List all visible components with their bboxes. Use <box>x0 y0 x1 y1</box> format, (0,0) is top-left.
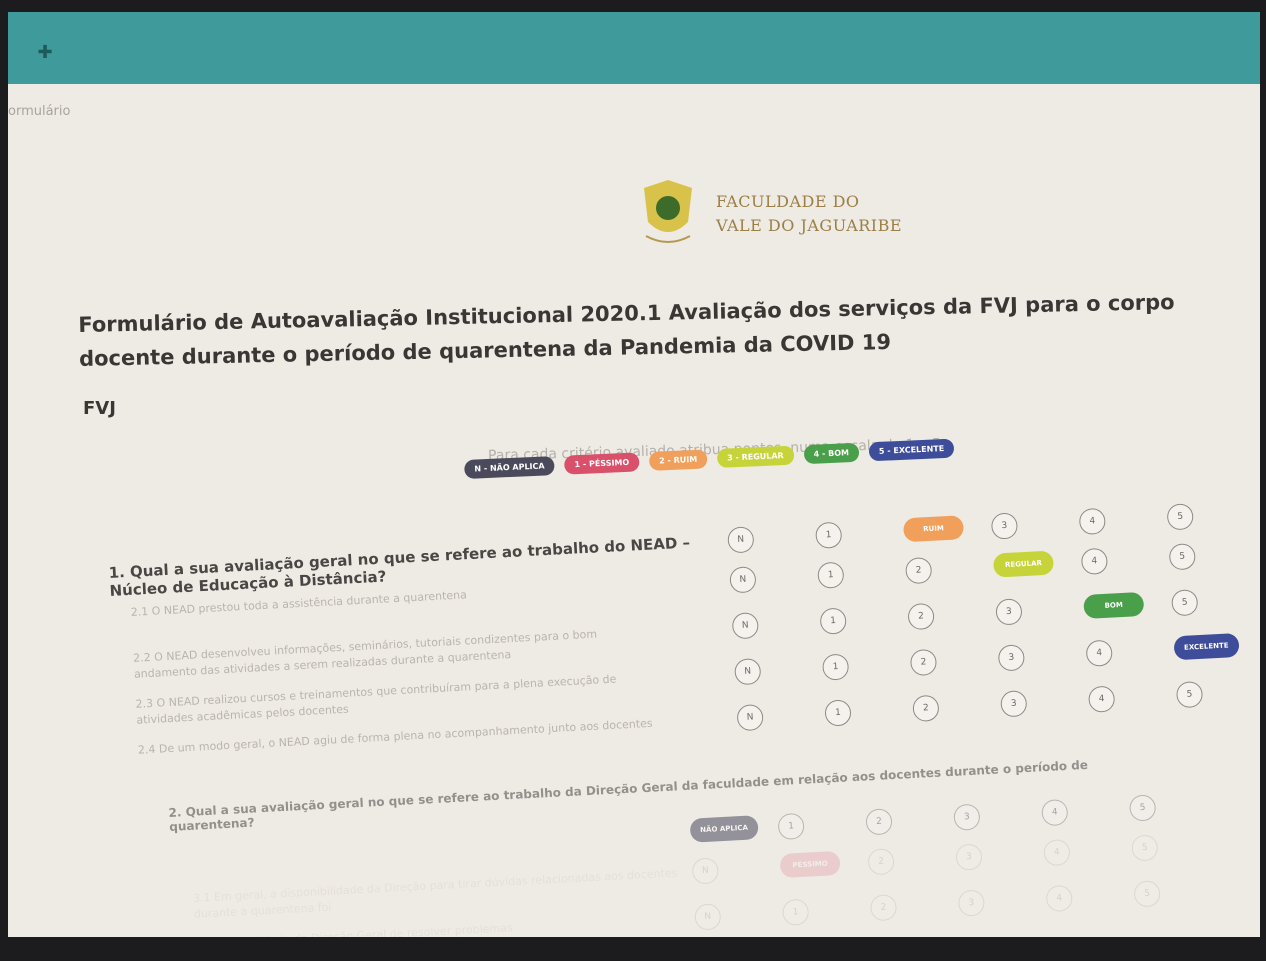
q1-item-1-option-3[interactable]: 3 <box>995 598 1023 626</box>
monitor-bezel <box>0 937 1266 961</box>
q1-item-2-option-5[interactable]: EXCELENTE <box>1173 632 1240 661</box>
q2-item-0-option-2[interactable]: 2 <box>867 848 895 876</box>
top-bar: ✚ <box>8 12 1260 84</box>
q1-item-1-option-2[interactable]: 2 <box>907 602 935 631</box>
q2-item-1-option-5[interactable]: 5 <box>1133 880 1161 908</box>
q2-item-0-option-3[interactable]: 3 <box>955 843 983 871</box>
q1-option-4[interactable]: 4 <box>1078 507 1106 536</box>
q1-item-0-option-2[interactable]: 2 <box>905 556 933 585</box>
legend-pill-2: 2 - RUIM <box>648 449 708 471</box>
q1-item-1-option-5[interactable]: 5 <box>1171 589 1199 617</box>
q2-item-0-option-5[interactable]: 5 <box>1131 834 1159 862</box>
q2-item-0-option-1[interactable]: PÉSSIMO <box>779 850 841 879</box>
form-title: Formulário de Autoavaliação Instituciona… <box>78 290 1175 371</box>
legend-pill-4: 4 - BOM <box>803 442 860 465</box>
q1-item-2-option-3[interactable]: 3 <box>997 644 1026 672</box>
browser-screen: ✚ ormulário FACULDADE DO VALE DO JAGUARI… <box>8 12 1260 942</box>
q2-item-0-option-4[interactable]: 4 <box>1043 838 1071 867</box>
q1-option-5[interactable]: 5 <box>1166 503 1194 531</box>
q2-item-1-option-4[interactable]: 4 <box>1045 884 1073 913</box>
q2-option-2[interactable]: 2 <box>865 808 893 836</box>
q2-item-1-option-n[interactable]: N <box>694 903 722 931</box>
q2-item-0-option-n[interactable]: N <box>691 857 720 885</box>
q1-item-2-option-2[interactable]: 2 <box>909 648 938 677</box>
plus-icon[interactable]: ✚ <box>34 42 56 64</box>
q1-option-1[interactable]: 1 <box>815 521 843 549</box>
legend-pill-0: N - NÃO APLICA <box>464 456 555 479</box>
q1-item-3-option-5[interactable]: 5 <box>1175 680 1204 709</box>
legend-pill-1: 1 - PÉSSIMO <box>564 452 640 475</box>
q1-option-n[interactable]: N <box>727 526 755 554</box>
q2-item-1-option-1[interactable]: 1 <box>781 898 810 926</box>
q2-option-3[interactable]: 3 <box>953 803 981 831</box>
q2-option-n[interactable]: NÃO APLICA <box>689 815 759 843</box>
q1-item-3-option-4[interactable]: 4 <box>1087 685 1116 713</box>
q2-option-1[interactable]: 1 <box>777 812 805 841</box>
q1-item-3-option-1[interactable]: 1 <box>824 699 852 727</box>
q2-option-5[interactable]: 5 <box>1128 794 1157 822</box>
q1-item-2-option-4[interactable]: 4 <box>1085 639 1113 667</box>
question-2-block: 2. Qual a sua avaliação geral no que se … <box>168 747 1236 942</box>
q1-item-0-option-1[interactable]: 1 <box>817 561 845 589</box>
legend-pill-3: 3 - REGULAR <box>716 445 795 468</box>
q1-item-0-option-3[interactable]: REGULAR <box>992 550 1055 578</box>
q1-item-2-option-1[interactable]: 1 <box>821 653 850 681</box>
form-subtitle: FVJ <box>83 398 116 419</box>
q1-item-0-option-n[interactable]: N <box>729 566 757 594</box>
q1-item-1-option-4[interactable]: BOM <box>1083 591 1145 619</box>
shield-logo-icon <box>644 180 692 243</box>
q1-item-3-option-3[interactable]: 3 <box>1000 690 1028 718</box>
logo-text: FACULDADE DO VALE DO JAGUARIBE <box>716 190 902 238</box>
logo-line-2: VALE DO JAGUARIBE <box>716 216 903 235</box>
q2-option-4[interactable]: 4 <box>1041 798 1069 827</box>
q1-option-3[interactable]: 3 <box>990 512 1019 540</box>
q1-item-0-option-5[interactable]: 5 <box>1168 543 1196 571</box>
legend-pill-5: 5 - EXCELENTE <box>868 438 955 462</box>
logo-line-1: FACULDADE DO <box>716 192 860 211</box>
question-1-block: 1. Qual a sua avaliação geral no que se … <box>108 501 1240 783</box>
q1-item-3-option-2[interactable]: 2 <box>912 694 940 723</box>
q1-item-0-option-4[interactable]: 4 <box>1080 547 1109 576</box>
q1-item-3-option-n[interactable]: N <box>736 703 764 732</box>
q1-item-1-option-n[interactable]: N <box>731 612 759 640</box>
q1-option-2[interactable]: RUIM <box>902 515 965 543</box>
faculty-logo: FACULDADE DO VALE DO JAGUARIBE <box>620 172 920 262</box>
breadcrumb: ormulário <box>8 104 71 119</box>
q2-item-1-option-2[interactable]: 2 <box>869 894 898 922</box>
q2-item-1-option-3[interactable]: 3 <box>957 889 986 917</box>
q1-item-1-option-1[interactable]: 1 <box>819 607 847 635</box>
q1-item-2-option-n[interactable]: N <box>734 658 762 686</box>
